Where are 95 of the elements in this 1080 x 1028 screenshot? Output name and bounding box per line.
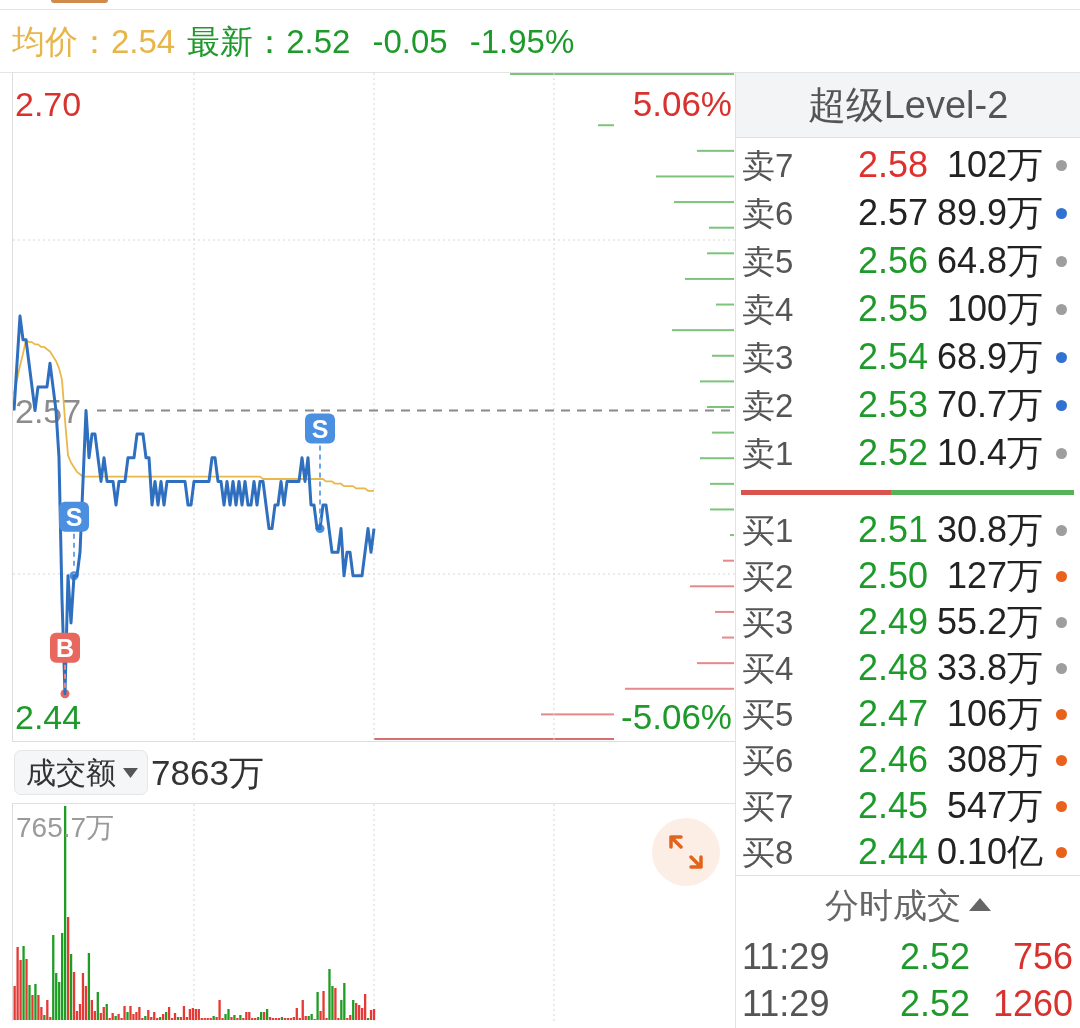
order-price: 2.58 [857,147,928,183]
volume-profile-bar [710,482,734,485]
trade-time: 11:29 [742,985,830,1022]
order-volume: 547万 [946,788,1043,824]
price-axis-label: 2.44 [15,698,82,737]
order-price: 2.48 [857,650,928,686]
volume-profile-bar [685,277,734,280]
expand-icon [669,835,703,869]
order-price: 2.52 [857,435,928,471]
sell-signal-badge: S [59,501,89,532]
volume-profile-bar [722,636,734,639]
volume-profile-bar [709,226,734,229]
order-volume: 102万 [946,147,1043,183]
change-axis-label: 5.06% [632,83,732,123]
order-level-label: 买1 [742,513,794,547]
order-price: 2.49 [857,604,928,640]
volume-profile-bar [730,534,734,537]
change-axis-label: -5.06% [621,697,732,737]
order-level-label: 卖7 [742,148,794,182]
order-price: 2.50 [857,558,928,594]
order-volume: 89.9万 [936,195,1043,231]
caret-down-icon [123,767,138,778]
volume-profile-bar [700,457,734,460]
order-volume: 106万 [946,696,1043,732]
average-price-text: 均价：2.54 [12,24,176,58]
trades-toggle[interactable]: 分时成交 [825,887,991,922]
order-level-label: 卖2 [742,388,794,422]
order-level-label: 买8 [742,835,794,869]
order-volume: 70.7万 [936,387,1043,423]
volume-profile-bar [716,303,734,306]
percent-change-text: -1.95% [469,24,575,58]
price-axis-label: 2.70 [15,84,82,123]
trade-volume: 756 [1012,938,1073,975]
trade-point-icon [69,571,79,581]
latest-price-text: 最新：2.52 [187,24,351,58]
trade-price: 2.52 [899,938,970,975]
order-volume: 100万 [946,291,1043,327]
order-price: 2.45 [857,788,928,824]
volume-profile-bar [723,559,734,562]
order-level-label: 卖1 [742,436,794,470]
volume-profile-bar [715,610,734,613]
order-volume: 30.8万 [936,512,1043,548]
trade-point-icon [315,524,325,534]
order-level-label: 卖4 [742,292,794,326]
volume-profile-bar [707,252,734,255]
order-level-label: 卖6 [742,196,794,230]
order-volume: 0.10亿 [936,834,1043,870]
price-change-text: -0.05 [372,24,448,58]
order-level-label: 卖5 [742,244,794,278]
order-price: 2.55 [857,291,928,327]
signal-leader-line [73,533,75,566]
order-price: 2.44 [857,834,928,870]
order-volume: 10.4万 [936,435,1043,471]
trade-time: 11:29 [742,938,830,975]
trade-volume: 1260 [992,985,1073,1022]
order-price: 2.54 [857,339,928,375]
order-level-label: 买2 [742,559,794,593]
order-level-label: 买4 [742,651,794,685]
order-volume: 308万 [946,742,1043,778]
tab-indicator [51,0,108,3]
order-price: 2.47 [857,696,928,732]
order-price: 2.51 [857,512,928,548]
order-price: 2.46 [857,742,928,778]
order-volume: 55.2万 [936,604,1043,640]
metric-dropdown[interactable]: 成交额 [14,750,148,795]
volume-profile-bar [672,329,734,332]
level2-title: 超级Level-2 [736,73,1080,138]
trade-price: 2.52 [899,985,970,1022]
order-level-label: 买7 [742,789,794,823]
volume-profile-bar [598,124,614,127]
sell-signal-badge: S [305,413,335,444]
volume-profile-bar [697,662,734,665]
volume-profile-bar [700,380,734,383]
volume-profile-bar [712,354,734,357]
turnover-value: 7863万 [151,755,264,790]
order-volume: 68.9万 [936,339,1043,375]
order-volume: 127万 [946,558,1043,594]
volume-profile-bar [674,201,734,204]
order-price: 2.53 [857,387,928,423]
volume-profile-bar [710,508,734,511]
buy-signal-badge: B [50,632,80,663]
trade-point-icon [60,689,70,699]
caret-up-icon [969,898,991,911]
order-level-label: 买3 [742,605,794,639]
order-level-label: 买5 [742,697,794,731]
order-volume: 64.8万 [936,243,1043,279]
order-price: 2.57 [857,195,928,231]
volume-profile-bar [697,149,734,152]
volume-profile-bar [712,431,734,434]
signal-leader-line [64,664,66,688]
order-level-label: 买6 [742,743,794,777]
volume-profile-bar [690,585,734,588]
order-price: 2.56 [857,243,928,279]
order-volume: 33.8万 [936,650,1043,686]
order-level-label: 卖3 [742,340,794,374]
